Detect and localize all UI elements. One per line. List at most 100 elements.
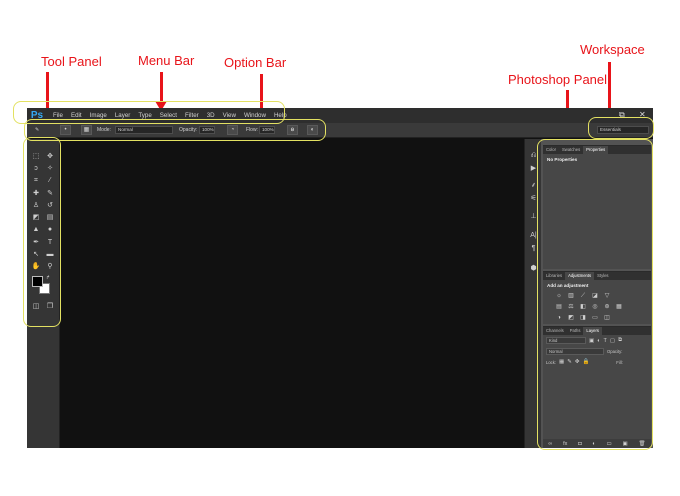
brush-tool-icon[interactable]: ✎ bbox=[44, 189, 56, 199]
restore-window-icon[interactable]: ⧉ bbox=[619, 110, 625, 120]
vibrance-icon[interactable]: ▽ bbox=[603, 293, 611, 300]
tab-layers[interactable]: Layers bbox=[583, 327, 602, 335]
brush-panel-icon[interactable]: ⸙ bbox=[529, 181, 538, 190]
screen-mode-icon[interactable]: ❐ bbox=[44, 302, 56, 312]
brush-tool-icon[interactable]: ✎ bbox=[35, 126, 39, 134]
color-balance-icon[interactable]: ⚖ bbox=[567, 304, 575, 311]
workspace-switcher[interactable]: Essentials bbox=[597, 126, 649, 134]
gradient-tool-icon[interactable]: ▤ bbox=[44, 213, 56, 223]
new-layer-icon[interactable]: ▣ bbox=[623, 441, 628, 447]
filter-shape-icon[interactable]: ▢ bbox=[610, 338, 615, 344]
filter-type-icon[interactable]: T bbox=[604, 338, 607, 344]
dodge-tool-icon[interactable]: ● bbox=[44, 225, 56, 235]
character-panel-icon[interactable]: A| bbox=[529, 231, 538, 240]
levels-icon[interactable]: ▥ bbox=[567, 293, 575, 300]
menu-layer[interactable]: Layer bbox=[115, 112, 130, 119]
gradient-map-icon[interactable]: ▭ bbox=[591, 315, 599, 322]
paragraph-panel-icon[interactable]: ¶ bbox=[529, 244, 538, 253]
close-window-icon[interactable]: ✕ bbox=[639, 110, 646, 120]
eraser-tool-icon[interactable]: ◩ bbox=[30, 213, 42, 223]
filter-pixel-icon[interactable]: ▣ bbox=[589, 338, 594, 344]
lasso-tool-icon[interactable]: ↄ bbox=[30, 164, 42, 174]
tab-styles[interactable]: Styles bbox=[594, 272, 611, 280]
add-mask-icon[interactable]: ◘ bbox=[578, 441, 581, 447]
mode-select[interactable]: Normal bbox=[115, 126, 173, 134]
rectangle-tool-icon[interactable]: ▬ bbox=[44, 250, 56, 260]
hand-tool-icon[interactable]: ✋ bbox=[30, 262, 42, 272]
photo-filter-icon[interactable]: ◎ bbox=[591, 304, 599, 311]
foreground-color-swatch[interactable] bbox=[32, 276, 43, 287]
clone-stamp-tool-icon[interactable]: ♙ bbox=[30, 201, 42, 211]
exposure-icon[interactable]: ◪ bbox=[591, 293, 599, 300]
menu-help[interactable]: Help bbox=[274, 112, 287, 119]
curves-icon[interactable]: ⟋ bbox=[579, 293, 587, 300]
menu-select[interactable]: Select bbox=[160, 112, 177, 119]
delete-layer-icon[interactable]: 🗑 bbox=[639, 441, 646, 447]
opacity-pressure-icon[interactable]: ◔ bbox=[227, 125, 238, 135]
3d-panel-icon[interactable]: ⬢ bbox=[529, 264, 538, 273]
actions-panel-icon[interactable]: ▶ bbox=[529, 164, 538, 173]
brush-panel-toggle-icon[interactable]: ▦ bbox=[81, 125, 92, 135]
flow-label: Flow: bbox=[246, 127, 258, 133]
menu-view[interactable]: View bbox=[223, 112, 236, 119]
tab-adjustments[interactable]: Adjustments bbox=[565, 272, 595, 280]
pen-tool-icon[interactable]: ✒ bbox=[30, 238, 42, 248]
layer-filter-kind[interactable]: Kind bbox=[546, 337, 586, 344]
selective-color-icon[interactable]: ◫ bbox=[603, 315, 611, 322]
posterize-icon[interactable]: ◩ bbox=[567, 315, 575, 322]
history-panel-icon[interactable]: ⎌ bbox=[529, 151, 538, 160]
quick-selection-tool-icon[interactable]: ✧ bbox=[44, 164, 56, 174]
eyedropper-tool-icon[interactable]: ⁄ bbox=[44, 176, 56, 186]
tab-color[interactable]: Color bbox=[543, 146, 559, 154]
filter-smart-object-icon[interactable]: ⧉ bbox=[618, 337, 622, 344]
menu-3d[interactable]: 3D bbox=[207, 112, 215, 119]
layer-style-icon[interactable]: fx bbox=[563, 441, 567, 447]
quick-mask-icon[interactable]: ◫ bbox=[30, 302, 42, 312]
brightness-icon[interactable]: ☼ bbox=[555, 293, 563, 300]
history-brush-tool-icon[interactable]: ↺ bbox=[44, 201, 56, 211]
hue-saturation-icon[interactable]: ▤ bbox=[555, 304, 563, 311]
invert-icon[interactable]: ◑ bbox=[555, 315, 563, 322]
filter-adjustment-icon[interactable]: ◐ bbox=[597, 338, 600, 344]
menu-edit[interactable]: Edit bbox=[71, 112, 82, 119]
blend-mode-select[interactable]: Normal bbox=[546, 348, 604, 355]
type-tool-icon[interactable]: T bbox=[44, 238, 56, 248]
zoom-tool-icon[interactable]: ⚲ bbox=[44, 262, 56, 272]
tab-properties[interactable]: Properties bbox=[583, 146, 609, 154]
path-selection-tool-icon[interactable]: ↖ bbox=[30, 250, 42, 260]
lock-position-icon[interactable]: ✥ bbox=[575, 359, 580, 365]
tab-libraries[interactable]: Libraries bbox=[543, 272, 565, 280]
size-pressure-icon[interactable]: ◐ bbox=[307, 125, 318, 135]
document-canvas-area[interactable] bbox=[60, 139, 524, 448]
tab-swatches[interactable]: Swatches bbox=[559, 146, 583, 154]
menu-type[interactable]: Type bbox=[138, 112, 151, 119]
marquee-tool-icon[interactable]: ⬚ bbox=[30, 152, 42, 162]
flow-input[interactable]: 100% bbox=[259, 126, 275, 134]
opacity-input[interactable]: 100% bbox=[199, 126, 215, 134]
clone-source-icon[interactable]: ⊥ bbox=[529, 212, 538, 221]
tab-paths[interactable]: Paths bbox=[567, 327, 584, 335]
tab-channels[interactable]: Channels bbox=[543, 327, 567, 335]
color-lookup-icon[interactable]: ▦ bbox=[615, 304, 623, 311]
channel-mixer-icon[interactable]: ⊛ bbox=[603, 304, 611, 311]
airbrush-icon[interactable]: ⱺ bbox=[287, 125, 298, 135]
brush-preset-picker[interactable]: • bbox=[60, 125, 71, 135]
brush-presets-icon[interactable]: ⚟ bbox=[529, 194, 538, 203]
lock-all-icon[interactable]: 🔒 bbox=[582, 359, 589, 365]
menu-image[interactable]: Image bbox=[90, 112, 107, 119]
threshold-icon[interactable]: ◨ bbox=[579, 315, 587, 322]
healing-brush-tool-icon[interactable]: ✚ bbox=[30, 189, 42, 199]
menu-window[interactable]: Window bbox=[244, 112, 266, 119]
black-white-icon[interactable]: ◧ bbox=[579, 304, 587, 311]
crop-tool-icon[interactable]: ⌗ bbox=[30, 176, 42, 186]
move-tool-icon[interactable]: ✥ bbox=[44, 152, 56, 162]
link-layers-icon[interactable]: ∞ bbox=[548, 441, 552, 447]
lock-image-icon[interactable]: ✎ bbox=[567, 359, 572, 365]
new-adjustment-layer-icon[interactable]: ◐ bbox=[592, 441, 595, 447]
blur-tool-icon[interactable]: ▲ bbox=[30, 225, 42, 235]
new-group-icon[interactable]: ▭ bbox=[607, 441, 612, 447]
lock-transparent-icon[interactable]: ▦ bbox=[559, 359, 564, 365]
menu-file[interactable]: File bbox=[53, 112, 63, 119]
swap-colors-icon[interactable]: ↱ bbox=[45, 273, 51, 283]
menu-filter[interactable]: Filter bbox=[185, 112, 199, 119]
